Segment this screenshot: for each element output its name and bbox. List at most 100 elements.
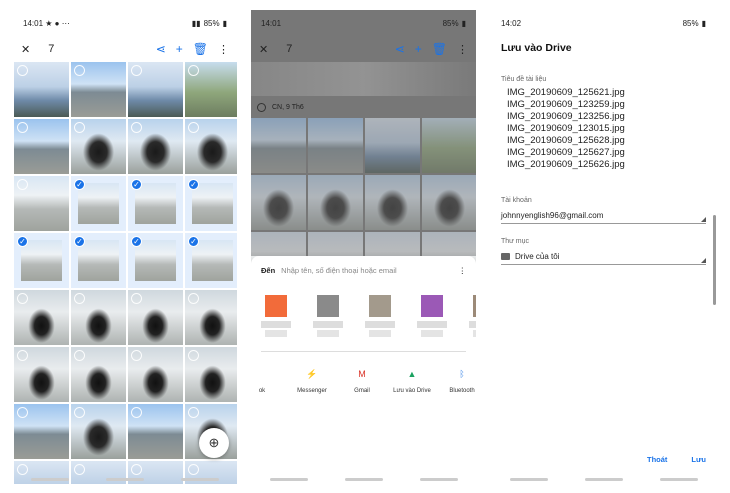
contact-suggestion[interactable]: [261, 295, 291, 341]
photo-tile[interactable]: ✓: [128, 233, 183, 288]
unchecked-icon[interactable]: [188, 407, 199, 418]
photo-tile[interactable]: [128, 119, 183, 174]
photo-tile[interactable]: ✓: [185, 176, 237, 231]
status-time: 14:02: [501, 18, 522, 28]
share-app-item[interactable]: M Gmail: [337, 366, 387, 394]
photo-tile[interactable]: ✓: [71, 176, 126, 231]
battery-icon: ▮: [222, 18, 227, 28]
photo-tile[interactable]: [14, 176, 69, 231]
photo-tile[interactable]: [185, 62, 237, 117]
status-bar: 14:01 ★ ● ⋯ ▮▮ 85% ▮: [13, 10, 237, 36]
unchecked-icon[interactable]: [131, 293, 142, 304]
unchecked-icon[interactable]: [188, 293, 199, 304]
photo-tile[interactable]: [128, 404, 183, 459]
checked-icon[interactable]: ✓: [74, 179, 85, 190]
folder-value: Drive của tôi: [515, 252, 560, 261]
photo-tile[interactable]: [128, 290, 183, 345]
unchecked-icon[interactable]: [17, 122, 28, 133]
photo-thumbnail: [135, 240, 176, 281]
unchecked-icon[interactable]: [131, 407, 142, 418]
battery-icon: ▮: [461, 18, 466, 28]
checked-icon[interactable]: ✓: [188, 236, 199, 247]
trash-icon[interactable]: 🗑: [432, 42, 447, 56]
app-icon: ⚡: [306, 369, 318, 379]
contacts-row: [251, 275, 476, 341]
unchecked-icon[interactable]: [188, 65, 199, 76]
unchecked-icon[interactable]: [188, 122, 199, 133]
photo-tile[interactable]: ✓: [128, 176, 183, 231]
trash-icon[interactable]: 🗑: [193, 42, 208, 56]
more-icon[interactable]: ⋮: [459, 266, 467, 275]
unchecked-icon[interactable]: [131, 350, 142, 361]
unchecked-icon[interactable]: [17, 179, 28, 190]
photo-tile[interactable]: [14, 62, 69, 117]
app-icon: ᛒ: [459, 369, 465, 379]
photo-tile[interactable]: [71, 347, 126, 402]
photo-tile[interactable]: [71, 119, 126, 174]
photo-tile[interactable]: [128, 347, 183, 402]
photo-tile[interactable]: [128, 62, 183, 117]
recipient-input[interactable]: Nhập tên, số điện thoại hoặc email: [281, 266, 452, 275]
checked-icon[interactable]: ✓: [131, 179, 142, 190]
share-icon[interactable]: ⋖: [395, 42, 405, 56]
photo-tile[interactable]: [71, 290, 126, 345]
save-button[interactable]: Lưu: [691, 455, 706, 464]
share-app-item[interactable]: ᛒ Bluetooth: [437, 366, 476, 394]
photo-tile[interactable]: [14, 404, 69, 459]
more-icon[interactable]: ⋮: [218, 43, 229, 56]
share-app-item[interactable]: ok: [251, 366, 287, 394]
share-icon[interactable]: ⋖: [156, 42, 166, 56]
checked-icon[interactable]: ✓: [74, 236, 85, 247]
dropdown-icon: [701, 217, 706, 222]
unchecked-icon[interactable]: [74, 122, 85, 133]
folder-select[interactable]: Drive của tôi: [501, 249, 706, 265]
unchecked-icon[interactable]: [17, 65, 28, 76]
checked-icon[interactable]: ✓: [17, 236, 28, 247]
unchecked-icon[interactable]: [17, 407, 28, 418]
photo-tile[interactable]: ✓: [185, 233, 237, 288]
close-icon[interactable]: ✕: [21, 43, 30, 56]
checked-icon[interactable]: ✓: [131, 236, 142, 247]
battery-icon: ▮: [701, 18, 706, 28]
unchecked-icon[interactable]: [74, 350, 85, 361]
photo-tile[interactable]: [14, 290, 69, 345]
select-circle-icon[interactable]: [257, 102, 266, 112]
photo-tile[interactable]: [185, 347, 237, 402]
unchecked-icon[interactable]: [131, 65, 142, 76]
checked-icon[interactable]: ✓: [188, 179, 199, 190]
cancel-button[interactable]: Thoát: [647, 455, 667, 464]
notification-icons: ★ ● ⋯: [45, 18, 70, 28]
unchecked-icon[interactable]: [17, 350, 28, 361]
scrollbar[interactable]: [713, 215, 716, 305]
add-icon[interactable]: +: [415, 42, 422, 56]
unchecked-icon[interactable]: [17, 293, 28, 304]
unchecked-icon[interactable]: [131, 122, 142, 133]
photo-tile[interactable]: [71, 404, 126, 459]
file-list[interactable]: IMG_20190609_125621.jpg IMG_20190609_1232…: [491, 83, 716, 171]
zoom-button[interactable]: ⊕: [199, 428, 229, 458]
unchecked-icon[interactable]: [188, 350, 199, 361]
account-select[interactable]: johnnyenglish96@gmail.com: [501, 208, 706, 224]
contact-suggestion[interactable]: [469, 295, 476, 341]
nav-bar: [491, 474, 716, 484]
contact-suggestion[interactable]: [365, 295, 395, 341]
app-label: Lưu vào Drive: [393, 388, 431, 394]
contact-suggestion[interactable]: [313, 295, 343, 341]
unchecked-icon[interactable]: [74, 293, 85, 304]
unchecked-icon[interactable]: [74, 407, 85, 418]
contact-suggestion[interactable]: [417, 295, 447, 341]
close-icon[interactable]: ✕: [259, 43, 268, 56]
photo-tile[interactable]: [185, 290, 237, 345]
photo-thumbnail: [135, 183, 176, 224]
photo-tile[interactable]: [14, 347, 69, 402]
photo-tile[interactable]: [71, 62, 126, 117]
photo-tile[interactable]: [185, 119, 237, 174]
photo-tile[interactable]: ✓: [14, 233, 69, 288]
add-icon[interactable]: +: [176, 42, 183, 56]
share-app-item[interactable]: ⚡ Messenger: [287, 366, 337, 394]
photo-tile[interactable]: [14, 119, 69, 174]
share-app-item[interactable]: ▲ Lưu vào Drive: [387, 366, 437, 394]
photo-tile[interactable]: ✓: [71, 233, 126, 288]
more-icon[interactable]: ⋮: [457, 43, 468, 56]
unchecked-icon[interactable]: [74, 65, 85, 76]
